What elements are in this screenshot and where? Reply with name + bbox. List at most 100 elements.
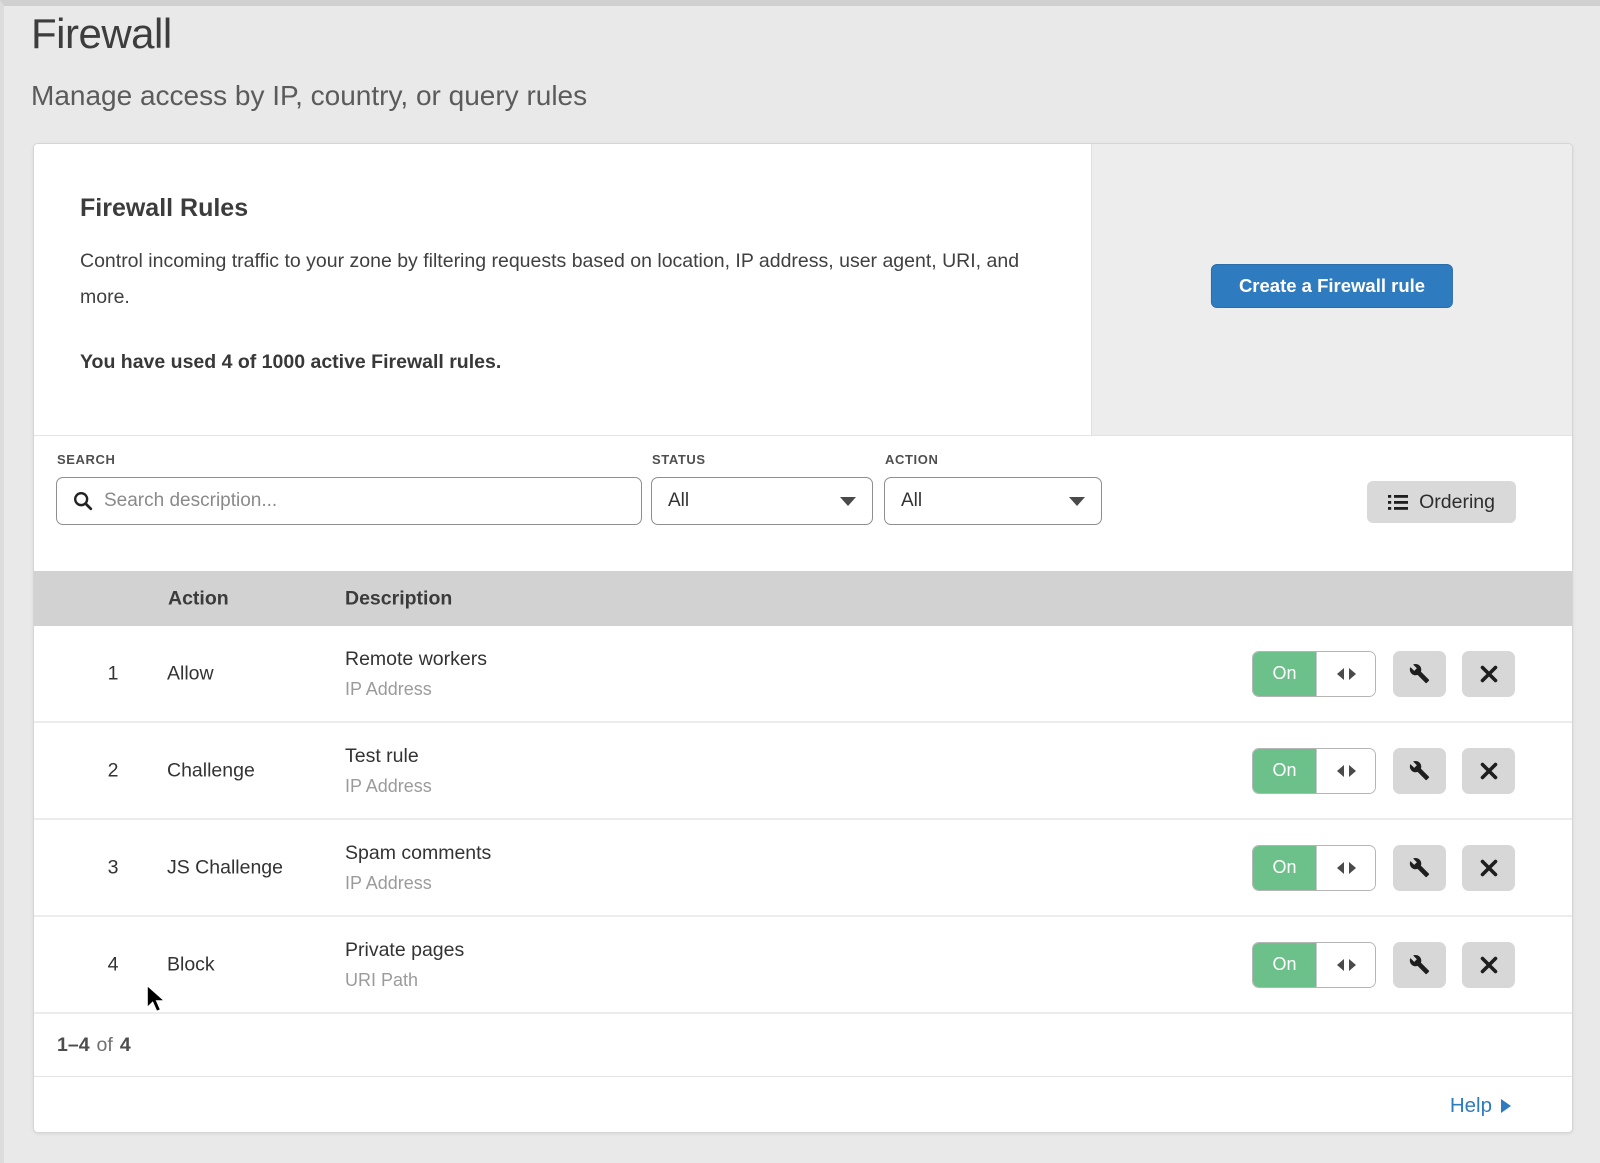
rule-controls: On — [1252, 651, 1515, 697]
close-icon — [1480, 762, 1498, 780]
edit-rule-button[interactable] — [1393, 748, 1446, 794]
delete-rule-button[interactable] — [1462, 942, 1515, 988]
rule-description-title: Test rule — [345, 745, 432, 768]
toggle-knob — [1316, 652, 1375, 696]
pagination-of: of — [97, 1034, 113, 1057]
create-rule-panel: Create a Firewall rule — [1091, 144, 1572, 435]
help-link[interactable]: Help — [1450, 1094, 1511, 1118]
table-header: Action Description — [34, 571, 1572, 626]
rules-list: 1 Allow Remote workers IP Address On — [34, 626, 1572, 1014]
close-icon — [1480, 859, 1498, 877]
action-select-value: All — [901, 490, 922, 512]
arrow-right-icon — [1349, 862, 1356, 874]
search-input[interactable] — [94, 490, 641, 512]
status-select-value: All — [668, 490, 689, 512]
rule-description: Remote workers IP Address — [345, 648, 487, 700]
status-label: STATUS — [652, 452, 706, 467]
intro-section: Firewall Rules Control incoming traffic … — [34, 144, 1572, 436]
edit-rule-button[interactable] — [1393, 942, 1446, 988]
rule-description: Private pages URI Path — [345, 939, 464, 991]
edit-rule-button[interactable] — [1393, 845, 1446, 891]
card-heading: Firewall Rules — [80, 194, 248, 223]
search-label: SEARCH — [57, 452, 116, 467]
toggle-knob — [1316, 943, 1375, 987]
toggle-on-label: On — [1253, 652, 1316, 696]
delete-rule-button[interactable] — [1462, 845, 1515, 891]
rule-controls: On — [1252, 942, 1515, 988]
arrow-right-icon — [1349, 765, 1356, 777]
table-row: 3 JS Challenge Spam comments IP Address … — [34, 820, 1572, 917]
search-icon — [72, 490, 94, 512]
page-subtitle: Manage access by IP, country, or query r… — [31, 80, 587, 112]
intro-text-panel: Firewall Rules Control incoming traffic … — [34, 144, 1091, 435]
rule-controls: On — [1252, 845, 1515, 891]
column-header-description: Description — [345, 587, 452, 610]
ordering-button-label: Ordering — [1419, 491, 1495, 514]
delete-rule-button[interactable] — [1462, 748, 1515, 794]
rule-description: Test rule IP Address — [345, 745, 432, 797]
arrow-right-icon — [1349, 668, 1356, 680]
rule-description-title: Remote workers — [345, 648, 487, 671]
firewall-rules-card: Firewall Rules Control incoming traffic … — [33, 143, 1573, 1133]
rule-priority: 4 — [98, 953, 128, 976]
arrow-left-icon — [1337, 765, 1344, 777]
rule-action: JS Challenge — [167, 856, 283, 879]
action-label: ACTION — [885, 452, 938, 467]
chevron-down-icon — [840, 497, 856, 506]
edit-rule-button[interactable] — [1393, 651, 1446, 697]
rule-match-field: IP Address — [345, 873, 491, 894]
rule-action: Block — [167, 953, 215, 976]
rule-priority: 1 — [98, 662, 128, 685]
rule-match-field: URI Path — [345, 970, 464, 991]
ordering-button[interactable]: Ordering — [1367, 481, 1516, 523]
create-firewall-rule-button[interactable]: Create a Firewall rule — [1211, 264, 1453, 308]
toggle-on-label: On — [1253, 749, 1316, 793]
wrench-icon — [1409, 954, 1430, 975]
filters-bar: SEARCH STATUS All ACTION All — [34, 437, 1572, 571]
rule-match-field: IP Address — [345, 776, 432, 797]
toggle-on-label: On — [1253, 943, 1316, 987]
close-icon — [1480, 665, 1498, 683]
table-row: 1 Allow Remote workers IP Address On — [34, 626, 1572, 723]
delete-rule-button[interactable] — [1462, 651, 1515, 697]
card-description: Control incoming traffic to your zone by… — [80, 243, 1030, 315]
chevron-down-icon — [1069, 497, 1085, 506]
status-toggle[interactable]: On — [1252, 942, 1376, 988]
help-link-label: Help — [1450, 1094, 1492, 1118]
arrow-right-icon — [1349, 959, 1356, 971]
toggle-on-label: On — [1253, 846, 1316, 890]
arrow-left-icon — [1337, 668, 1344, 680]
page-title: Firewall — [31, 10, 172, 58]
rule-priority: 3 — [98, 856, 128, 879]
usage-summary: You have used 4 of 1000 active Firewall … — [80, 351, 501, 374]
wrench-icon — [1409, 663, 1430, 684]
rule-match-field: IP Address — [345, 679, 487, 700]
wrench-icon — [1409, 857, 1430, 878]
rule-action: Challenge — [167, 759, 255, 782]
help-row: Help — [34, 1078, 1572, 1133]
status-toggle[interactable]: On — [1252, 748, 1376, 794]
arrow-left-icon — [1337, 862, 1344, 874]
action-select[interactable]: All — [884, 477, 1102, 525]
toggle-knob — [1316, 749, 1375, 793]
pagination-total: 4 — [120, 1034, 131, 1057]
toggle-knob — [1316, 846, 1375, 890]
arrow-left-icon — [1337, 959, 1344, 971]
pagination-range: 1–4 — [57, 1034, 90, 1057]
rule-description-title: Spam comments — [345, 842, 491, 865]
rule-controls: On — [1252, 748, 1515, 794]
close-icon — [1480, 956, 1498, 974]
table-row: 2 Challenge Test rule IP Address On — [34, 723, 1572, 820]
arrow-right-icon — [1501, 1099, 1511, 1113]
pagination: 1–4 of 4 — [34, 1014, 1572, 1077]
rule-description: Spam comments IP Address — [345, 842, 491, 894]
rule-action: Allow — [167, 662, 214, 685]
list-icon — [1388, 494, 1408, 511]
status-toggle[interactable]: On — [1252, 651, 1376, 697]
firewall-page: Firewall Manage access by IP, country, o… — [0, 0, 1600, 1163]
table-row: 4 Block Private pages URI Path On — [34, 917, 1572, 1014]
status-toggle[interactable]: On — [1252, 845, 1376, 891]
column-header-action: Action — [168, 587, 229, 610]
status-select[interactable]: All — [651, 477, 873, 525]
search-box[interactable] — [56, 477, 642, 525]
